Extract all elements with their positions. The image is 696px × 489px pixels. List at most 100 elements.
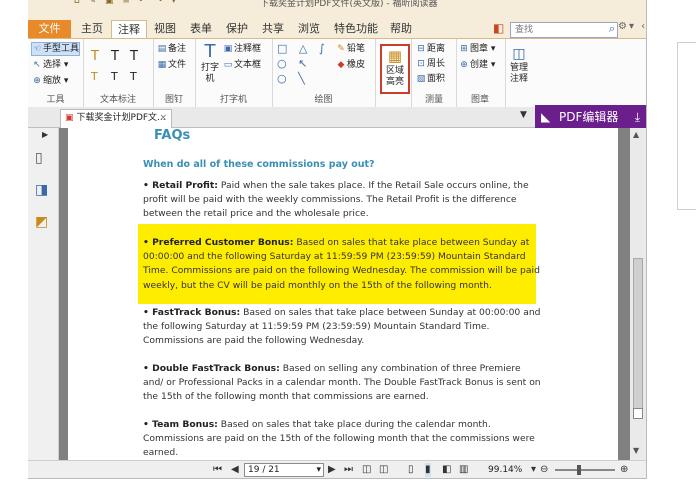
navigation-panel: ▶ ▯ ◨ ◩ (28, 128, 59, 460)
item-title: • Retail Profit: (143, 180, 218, 191)
comment-box-button[interactable]: ▣ 注释框 (223, 43, 261, 55)
perimeter-button[interactable]: ⊡ 周长 (416, 58, 445, 70)
next-page-icon[interactable]: ▶ (328, 463, 336, 477)
note-label: 备注 (168, 44, 187, 54)
continuous-page-icon[interactable]: ▮ (425, 463, 431, 477)
faq-item-team-bonus: • Team Bonus: Based on sales that take p… (143, 418, 543, 460)
tab-browse[interactable]: 浏览 (292, 20, 326, 38)
faq-item-double-fasttrack: • Double FastTrack Bonus: Based on selli… (143, 362, 543, 405)
shape-tools-row1[interactable]: □ △ ∫ (277, 43, 329, 55)
close-tab-icon[interactable]: × (159, 110, 167, 127)
group-typewriter-label: 打字机 (219, 95, 247, 105)
page-thumbnails-icon[interactable]: ▯ (35, 150, 43, 166)
expand-panel-icon[interactable]: ▶ (42, 130, 48, 139)
pdf-editor-promo-button[interactable]: ◣ PDF编辑器 ⤓ (535, 105, 646, 129)
tab-help[interactable]: 帮助 (384, 20, 418, 38)
zoom-dropdown-icon[interactable]: ▾ (531, 463, 536, 477)
zoom-level: 99.14% (488, 465, 523, 475)
comments-panel-icon[interactable]: ◩ (35, 214, 48, 230)
replace-text-icon[interactable]: T (111, 71, 118, 83)
area-measure-icon: ▧ (416, 74, 426, 84)
typewriter-button[interactable]: T 打字机 (198, 41, 222, 85)
page-number-field[interactable]: 19 / 21 ▾ (244, 463, 324, 477)
group-text-markup-label: 文本标注 (99, 95, 136, 105)
continuous-facing-icon[interactable]: ▥ (459, 463, 468, 477)
split-view-icon[interactable] (633, 408, 643, 419)
squiggly-text-icon[interactable]: T (130, 50, 138, 63)
pencil-label: 铅笔 (347, 44, 366, 54)
zoom-tool-button[interactable]: ⊕ 缩放 ▾ (32, 75, 68, 87)
insert-text-icon[interactable]: T (130, 71, 137, 83)
tab-file[interactable]: 文件 (28, 20, 71, 38)
highlight-text-icon[interactable]: T (91, 50, 99, 63)
tab-view[interactable]: 视图 (148, 20, 182, 38)
ribbon-toolbar: ☜ 手型工具 ↖ 选择 ▾ ⊕ 缩放 ▾ 工具 T T T T T T 文本标注 ▤ 备… (28, 38, 646, 108)
manage-comments-label: 管理注释 (509, 63, 528, 84)
text-box-button[interactable]: ▭ 文本框 (223, 59, 261, 71)
group-text-markup: T T T T T T 文本标注 (83, 39, 154, 107)
layers-icon[interactable]: ◨ (35, 182, 48, 198)
tab-features[interactable]: 特色功能 (330, 20, 382, 38)
document-tab[interactable]: ▣ 下载奖金计划PDF文... × (60, 109, 172, 128)
file-attach-button[interactable]: ▦ 文件 (157, 59, 186, 71)
tab-comment[interactable]: 注释 (111, 20, 147, 39)
hand-tool-button[interactable]: ☜ 手型工具 (31, 42, 81, 56)
create-stamp-button[interactable]: ⊕ 创建 ▾ (459, 59, 495, 71)
previous-view-icon[interactable]: ◫ (362, 463, 371, 477)
tab-form[interactable]: 表单 (184, 20, 218, 38)
distance-label: 距离 (427, 44, 446, 54)
scroll-thumb[interactable] (633, 258, 643, 410)
next-view-icon[interactable]: ◫ (379, 463, 388, 477)
settings-nav-icons[interactable]: ⚙▾ ‹ › (618, 21, 646, 32)
zoom-in-icon[interactable]: ⊕ (620, 463, 628, 477)
area-measure-label: 面积 (427, 74, 446, 84)
attachment-icon: ▦ (157, 60, 167, 70)
facing-page-icon[interactable]: ◧ (442, 463, 451, 477)
hand-tool-label: 手型工具 (43, 44, 80, 54)
tab-share[interactable]: 共享 (256, 20, 290, 38)
eraser-label: 橡皮 (347, 60, 366, 70)
stamp-button[interactable]: ⊞ 图章 ▾ (459, 43, 495, 55)
shape-tools-row2[interactable]: ○ ↖ (277, 58, 311, 70)
area-measure-button[interactable]: ▧ 面积 (416, 73, 445, 85)
zoom-tool-label: 缩放 (43, 76, 62, 86)
tab-protect[interactable]: 保护 (220, 20, 254, 38)
first-page-icon[interactable]: ⏮ (213, 463, 222, 477)
zoom-out-icon[interactable]: ⊖ (540, 463, 548, 477)
underline-text-icon[interactable]: T (111, 50, 119, 63)
vertical-scrollbar[interactable]: ▲ ▼ (630, 128, 646, 460)
last-page-icon[interactable]: ⏭ (344, 463, 353, 477)
tab-list-dropdown-icon[interactable]: ▼ (520, 110, 527, 120)
scroll-down-icon[interactable]: ▼ (633, 446, 639, 455)
zoom-slider[interactable] (555, 469, 615, 471)
area-highlight-icon: ▦ (387, 47, 403, 65)
pdf-file-icon: ▣ (65, 113, 74, 123)
strikeout-text-icon[interactable]: T (91, 71, 98, 83)
select-tool-button[interactable]: ↖ 选择 ▾ (32, 59, 68, 71)
page-dropdown-icon[interactable]: ▾ (316, 464, 321, 476)
comment-box-icon: ▣ (223, 44, 233, 54)
scroll-up-icon[interactable]: ▲ (633, 130, 639, 139)
quick-access-toolbar[interactable]: ⌂ ✎ ▣ ≡ ↶ ↷ ▾ (74, 0, 179, 6)
eraser-button[interactable]: ◆ 橡皮 (336, 59, 365, 71)
menu-tabs: 文件 主页 注释 视图 表单 保护 共享 浏览 特色功能 帮助 ◧ 查找 ⌕ ⚙… (28, 10, 646, 39)
area-highlight-button[interactable]: ▦ 区域高亮 (380, 44, 410, 94)
pencil-button[interactable]: ✎ 铅笔 (336, 43, 365, 55)
note-icon: ▤ (157, 44, 167, 54)
previous-page-icon[interactable]: ◀ (231, 463, 239, 477)
search-input[interactable]: 查找 ⌕ (510, 22, 618, 38)
distance-button[interactable]: ⊟ 距离 (416, 43, 445, 55)
magnifier-icon[interactable]: ⌕ (609, 22, 615, 36)
manage-comments-button[interactable]: ◫ 管理注释 (507, 45, 531, 85)
search-results-icon[interactable]: ◧ (493, 21, 504, 35)
text-box-label: 文本框 (234, 60, 262, 70)
zoom-slider-handle[interactable] (577, 465, 581, 475)
document-canvas: FAQs When do all of these commissions pa… (59, 128, 630, 460)
faq-item-preferred-customer: • Preferred Customer Bonus: Based on sal… (143, 236, 543, 293)
pencil-icon: ✎ (337, 44, 345, 54)
typewriter-icon: T (204, 41, 216, 62)
note-button[interactable]: ▤ 备注 (157, 43, 186, 55)
single-page-icon[interactable]: ▯ (408, 463, 414, 477)
shape-tools-row3[interactable]: ○ ╲ (277, 73, 309, 85)
tab-home[interactable]: 主页 (75, 20, 109, 38)
